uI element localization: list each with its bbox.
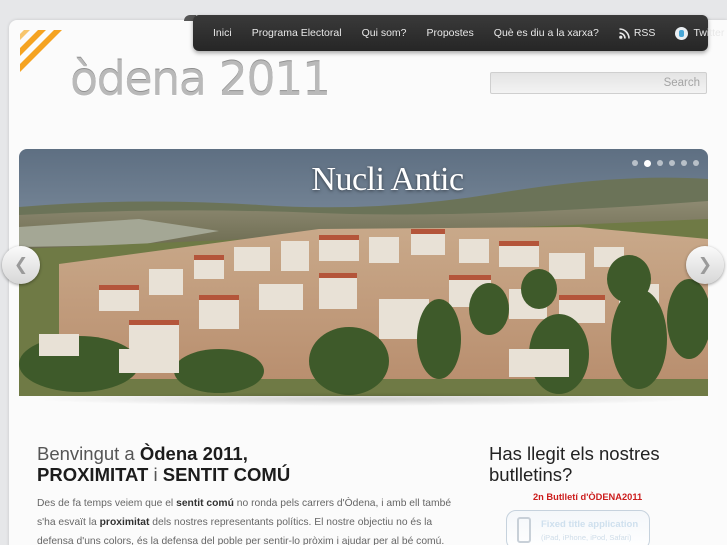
slider-next-button[interactable]: ❯: [686, 246, 724, 284]
rss-icon: [619, 27, 630, 39]
slider-dot-active[interactable]: [644, 159, 651, 167]
phone-icon: [517, 517, 531, 543]
nav-item-que-es-diu[interactable]: Què es diu a la xarxa?: [484, 27, 609, 39]
main-nav: Inici Programa Electoral Qui som? Propos…: [193, 15, 724, 51]
slider-dot[interactable]: [693, 160, 699, 166]
app-banner-subtitle: (iPad, iPhone, iPod, Safari): [541, 533, 632, 542]
nav-rss-label: RSS: [633, 27, 656, 39]
slider-dot[interactable]: [632, 160, 638, 166]
bulletin-link[interactable]: 2n Butlletí d'ÒDENA2011: [533, 492, 642, 502]
sidebar-title: Has llegit els nostres butlletins?: [489, 443, 660, 485]
intro-bold: sentit comú: [176, 498, 234, 509]
app-banner[interactable]: Fixed title application (iPad, iPhone, i…: [506, 510, 650, 545]
intro-paragraph: Des de fa temps veiem que el sentit comú…: [37, 494, 465, 545]
nav-item-qui-som[interactable]: Qui som?: [352, 27, 417, 39]
welcome-sentit-comu: SENTIT COMÚ: [162, 464, 291, 485]
welcome-mid: i: [148, 464, 163, 485]
slider-dot[interactable]: [681, 160, 687, 166]
intro-bold: proximitat: [99, 517, 150, 528]
nav-twitter-label: Twitter: [693, 27, 725, 39]
site-logo-text[interactable]: òdena 2011: [70, 52, 331, 106]
twitter-icon: [675, 26, 689, 40]
chevron-right-icon: ❯: [697, 255, 713, 275]
chevron-left-icon: ❮: [13, 255, 29, 275]
slider-dot[interactable]: [669, 160, 675, 166]
app-banner-title: Fixed title application: [541, 519, 639, 530]
hero-slider: Nucli Antic: [19, 149, 708, 396]
slide-title: Nucli Antic: [311, 161, 464, 198]
slider-shadow: [30, 392, 698, 406]
nav-item-inici[interactable]: Inici: [203, 27, 242, 39]
nav-item-programa-electoral[interactable]: Programa Electoral: [242, 27, 352, 39]
search-input[interactable]: [490, 72, 707, 94]
nav-item-rss[interactable]: RSS: [609, 27, 666, 39]
nav-item-twitter[interactable]: Twitter: [665, 26, 727, 40]
nav-item-propostes[interactable]: Propostes: [417, 27, 484, 39]
welcome-prefix: Benvingut a: [37, 443, 140, 464]
logo-stripes-icon: [20, 30, 62, 72]
slider-prev-button[interactable]: ❮: [2, 246, 40, 284]
slider-pagination: [632, 159, 699, 167]
welcome-heading: Benvingut a Òdena 2011, PROXIMITAT i SEN…: [37, 443, 457, 485]
intro-text: Des de fa temps veiem que el: [37, 498, 177, 509]
slider-dot[interactable]: [657, 160, 663, 166]
welcome-site-name: Òdena 2011,: [139, 443, 248, 464]
welcome-proximitat: PROXIMITAT: [37, 464, 149, 485]
